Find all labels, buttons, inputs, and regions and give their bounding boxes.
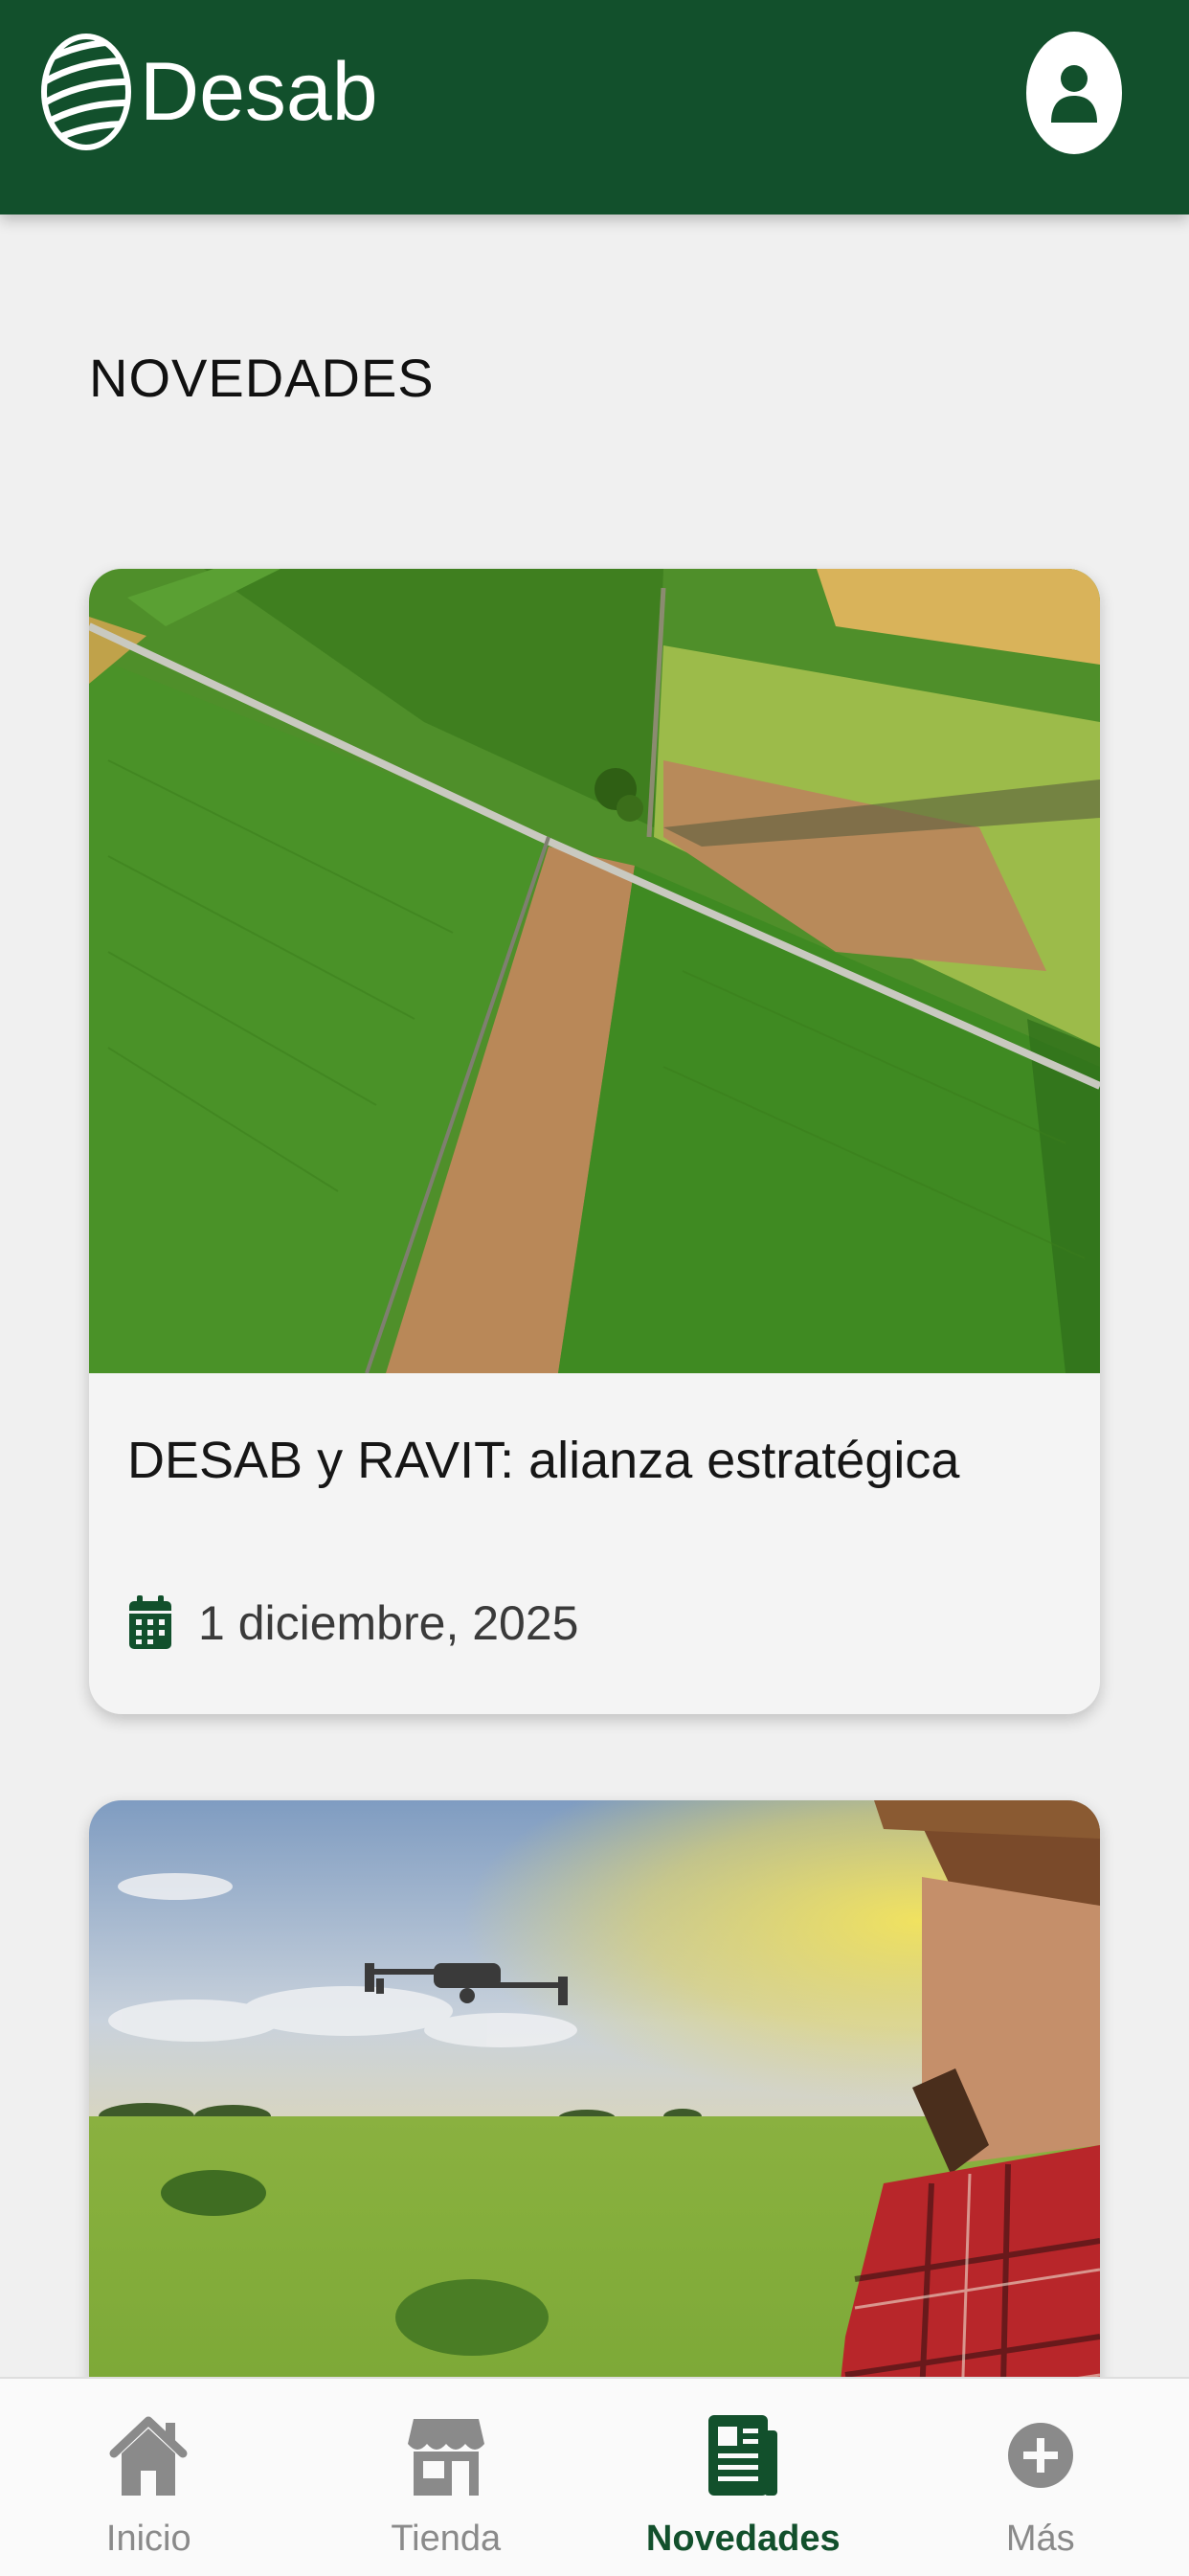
news-image-aerial-fields bbox=[89, 569, 1100, 1373]
user-icon bbox=[1049, 61, 1099, 124]
calendar-icon bbox=[127, 1593, 173, 1653]
profile-button[interactable] bbox=[1026, 32, 1122, 154]
nav-item-tienda[interactable]: Tienda bbox=[298, 2379, 595, 2576]
nav-item-mas[interactable]: Más bbox=[892, 2379, 1189, 2576]
bottom-nav: Inicio Tienda N bbox=[0, 2377, 1189, 2576]
app-header: Desab bbox=[0, 0, 1189, 215]
page-title: NOVEDADES bbox=[89, 347, 435, 409]
nav-label-tienda: Tienda bbox=[391, 2519, 501, 2560]
nav-item-novedades[interactable]: Novedades bbox=[594, 2379, 892, 2576]
store-icon bbox=[406, 2407, 486, 2503]
news-card-body: DESAB y RAVIT: alianza estratégica bbox=[89, 1373, 1100, 1714]
nav-label-inicio: Inicio bbox=[106, 2519, 191, 2560]
news-date: 1 diciembre, 2025 bbox=[198, 1595, 578, 1651]
plus-circle-icon bbox=[1002, 2407, 1079, 2503]
brand-name: Desab bbox=[140, 51, 378, 133]
newspaper-icon bbox=[705, 2407, 781, 2503]
brand-logo[interactable]: Desab bbox=[38, 33, 378, 151]
desab-leaf-logo bbox=[38, 33, 134, 151]
news-date-row: 1 diciembre, 2025 bbox=[127, 1593, 578, 1653]
nav-label-mas: Más bbox=[1006, 2519, 1075, 2560]
news-card[interactable]: DESAB y RAVIT: alianza estratégica bbox=[89, 569, 1100, 1714]
news-title[interactable]: DESAB y RAVIT: alianza estratégica bbox=[127, 1431, 959, 1490]
nav-item-inicio[interactable]: Inicio bbox=[0, 2379, 298, 2576]
nav-label-novedades: Novedades bbox=[646, 2519, 841, 2560]
home-icon bbox=[108, 2407, 189, 2503]
